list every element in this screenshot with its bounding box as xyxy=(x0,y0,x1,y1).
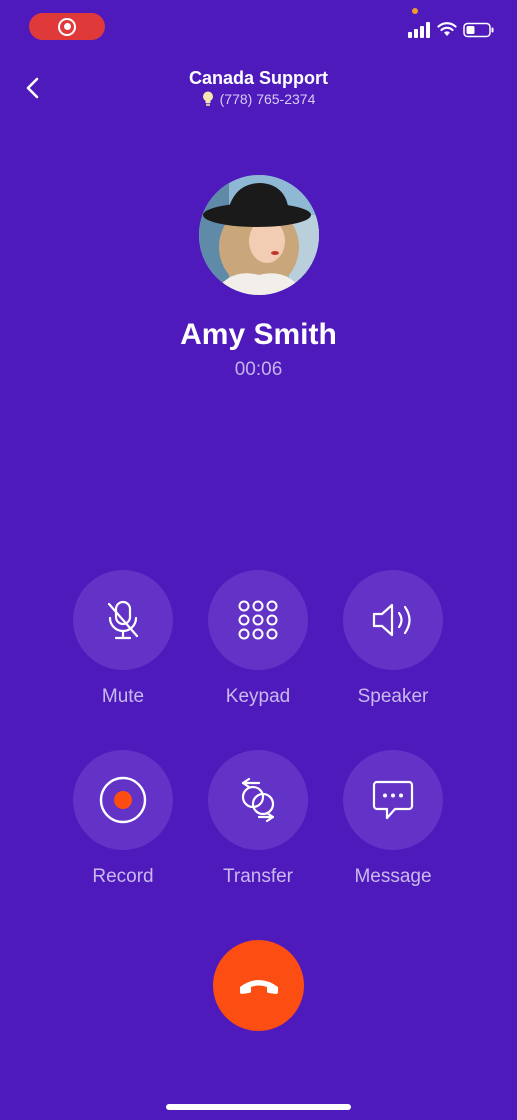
end-call-button[interactable] xyxy=(213,940,304,1031)
message-circle[interactable] xyxy=(343,750,443,850)
microphone-off-icon xyxy=(107,600,139,640)
wifi-icon xyxy=(437,22,457,36)
record-icon xyxy=(99,776,147,824)
message-icon xyxy=(372,780,414,820)
keypad-button[interactable]: Keypad xyxy=(188,570,328,708)
phone-hangup-icon xyxy=(239,979,278,994)
record-label: Record xyxy=(92,866,154,887)
header-title: Canada Support xyxy=(188,68,328,88)
transfer-button[interactable]: Transfer xyxy=(188,750,328,888)
record-button[interactable]: Record xyxy=(53,750,193,888)
home-indicator[interactable] xyxy=(166,1104,351,1110)
phone-number: (778) 765-2374 xyxy=(219,91,316,107)
status-bar xyxy=(0,0,517,52)
mute-circle[interactable] xyxy=(73,570,173,670)
speaker-label: Speaker xyxy=(357,686,429,707)
keypad-icon xyxy=(238,600,278,640)
header-phone-number: (778) 765-2374 xyxy=(0,91,517,107)
cellular-signal-icon xyxy=(408,22,430,38)
transfer-circle[interactable] xyxy=(208,750,308,850)
speaker-circle[interactable] xyxy=(343,570,443,670)
mute-button[interactable]: Mute xyxy=(53,570,193,708)
message-label: Message xyxy=(354,866,432,887)
transfer-icon xyxy=(241,777,275,823)
contact-name: Amy Smith xyxy=(180,318,337,351)
microphone-in-use-dot xyxy=(412,8,418,14)
call-timer: 00:06 xyxy=(234,359,283,380)
mute-label: Mute xyxy=(101,686,145,707)
battery-icon xyxy=(463,22,494,38)
record-icon xyxy=(58,17,76,36)
contact-avatar xyxy=(199,175,319,295)
message-button[interactable]: Message xyxy=(323,750,463,888)
lightbulb-icon xyxy=(202,91,213,106)
keypad-label: Keypad xyxy=(225,686,291,707)
speaker-icon xyxy=(372,603,411,637)
record-circle[interactable] xyxy=(73,750,173,850)
screen-recording-indicator[interactable] xyxy=(29,13,105,40)
transfer-label: Transfer xyxy=(222,866,294,887)
speaker-button[interactable]: Speaker xyxy=(323,570,463,708)
keypad-circle[interactable] xyxy=(208,570,308,670)
